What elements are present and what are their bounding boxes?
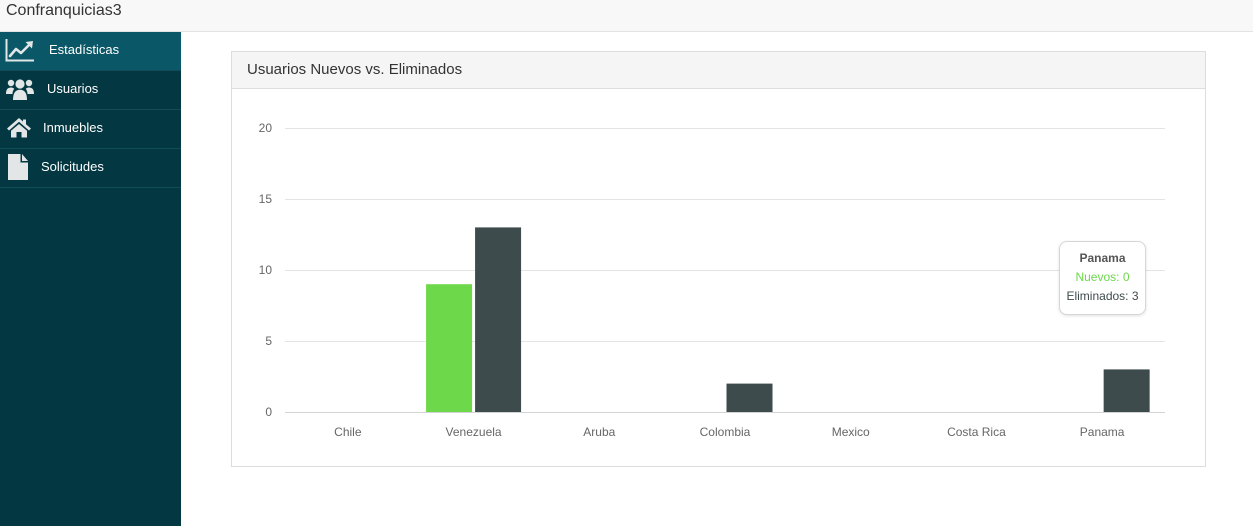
sidebar-item-solicitudes[interactable]: Solicitudes [0,149,181,188]
bar-eliminados-colombia[interactable] [726,383,773,412]
y-tick-label: 5 [265,334,272,348]
bar-nuevos-venezuela[interactable] [426,284,473,412]
bars [426,227,1150,412]
x-tick-label: Aruba [583,425,615,439]
y-tick-label: 20 [259,121,273,135]
sidebar: Estadísticas Usuarios Inmuebles Solicitu… [0,32,181,526]
tooltip-series-value: 3 [1131,289,1139,303]
home-icon [5,114,32,142]
tooltip-line-eliminados: Eliminados3 [1060,287,1145,306]
tooltip-line-nuevos: Nuevos0 [1060,268,1145,287]
y-tick-label: 15 [259,192,273,206]
panel-title: Usuarios Nuevos vs. Eliminados [232,52,1205,89]
sidebar-item-usuarios[interactable]: Usuarios [0,71,181,110]
tooltip-series-value: 0 [1122,270,1130,284]
chart-panel: Usuarios Nuevos vs. Eliminados 0 5 10 15 20 … [231,51,1206,467]
app-brand[interactable]: Confranquicias3 [6,0,122,22]
x-tick-label: Chile [334,425,362,439]
sidebar-item-estadisticas[interactable]: Estadísticas [0,32,181,71]
file-icon [5,153,30,181]
gridlines [285,128,1165,413]
sidebar-item-label: Solicitudes [41,159,104,174]
sidebar-item-label: Inmuebles [43,120,103,135]
y-axis-labels: 0 5 10 15 20 [259,121,273,419]
chart-tooltip: Panama Nuevos0 Eliminados3 [1059,241,1146,315]
tooltip-series-name: Nuevos [1075,270,1122,284]
bar-eliminados-venezuela[interactable] [475,227,522,412]
sidebar-item-label: Usuarios [47,81,99,96]
bar-eliminados-panama[interactable] [1103,369,1150,412]
y-tick-label: 10 [259,263,273,277]
line-chart-icon [5,36,38,64]
x-tick-label: Colombia [700,425,751,439]
top-navbar: Confranquicias3 [0,0,1253,32]
sidebar-item-inmuebles[interactable]: Inmuebles [0,110,181,149]
sidebar-item-label: Estadísticas [49,42,120,57]
tooltip-title: Panama [1079,251,1126,265]
x-tick-label: Mexico [832,425,870,439]
x-axis-labels: Chile Venezuela Aruba Colombia Mexico Costa R… [334,425,1125,439]
x-tick-label: Costa Rica [947,425,1006,439]
x-tick-label: Panama [1080,425,1125,439]
x-tick-label: Venezuela [446,425,502,439]
y-tick-label: 0 [265,405,272,419]
users-icon [5,75,36,103]
tooltip-series-name: Eliminados [1066,289,1131,303]
